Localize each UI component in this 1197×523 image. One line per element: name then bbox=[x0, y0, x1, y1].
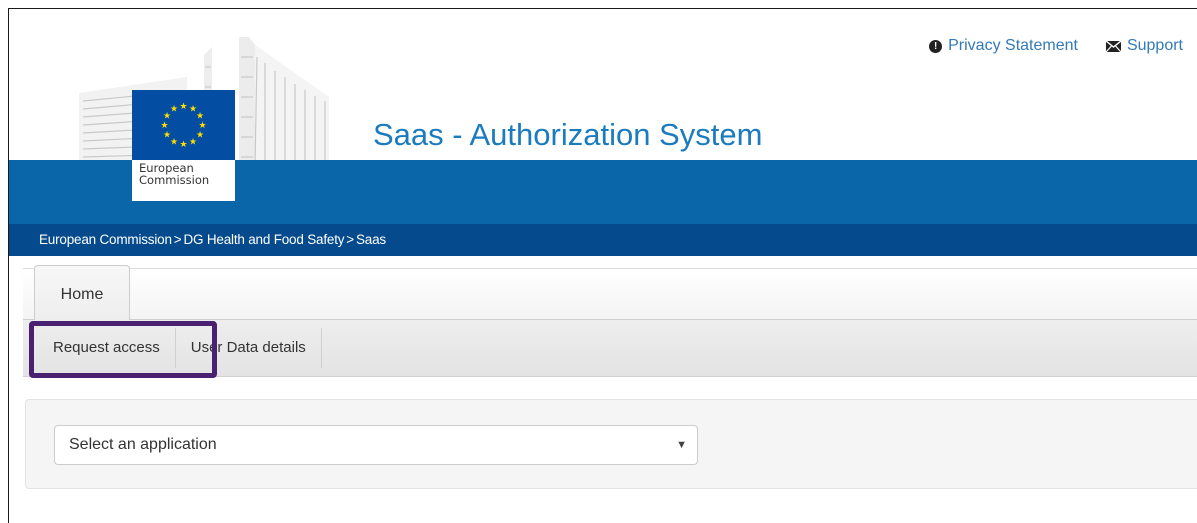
svg-text:★: ★ bbox=[196, 112, 204, 122]
svg-text:★: ★ bbox=[198, 121, 206, 131]
privacy-statement-link[interactable]: ! Privacy Statement bbox=[929, 37, 1078, 55]
application-select-value: Select an application bbox=[69, 436, 217, 453]
support-link[interactable]: Support bbox=[1105, 37, 1183, 55]
subnav-user-data-details[interactable]: User Data details bbox=[176, 328, 322, 368]
caret-down-icon: ▼ bbox=[676, 439, 687, 451]
site-title: Saas - Authorization System bbox=[373, 117, 763, 152]
eu-flag: ★ ★ ★ ★ ★ ★ ★ ★ ★ ★ ★ ★ bbox=[132, 90, 235, 160]
breadcrumb-dg-health[interactable]: DG Health and Food Safety bbox=[183, 232, 344, 247]
application-panel: Select an application ▼ bbox=[25, 399, 1197, 489]
eu-stars-icon: ★ ★ ★ ★ ★ ★ ★ ★ ★ ★ ★ ★ bbox=[160, 102, 206, 150]
svg-text:★: ★ bbox=[170, 105, 178, 115]
application-select[interactable]: Select an application ▼ bbox=[54, 425, 698, 465]
svg-text:★: ★ bbox=[163, 131, 171, 141]
svg-text:★: ★ bbox=[196, 131, 204, 141]
browser-frame: ! Privacy Statement Support ★ ★ ★ ★ ★ ★ … bbox=[8, 8, 1197, 523]
breadcrumb: European Commission > DG Health and Food S… bbox=[9, 224, 1197, 256]
logo-text: European Commission bbox=[139, 162, 209, 186]
privacy-statement-label: Privacy Statement bbox=[948, 37, 1078, 54]
logo-text-line2: Commission bbox=[139, 173, 210, 187]
main-tab-bar: Home bbox=[23, 265, 1197, 320]
svg-text:★: ★ bbox=[189, 138, 197, 148]
breadcrumb-separator: > bbox=[173, 232, 182, 247]
breadcrumb-separator: > bbox=[346, 232, 354, 247]
subnav-request-access[interactable]: Request access bbox=[38, 328, 176, 368]
top-links: ! Privacy Statement Support bbox=[929, 37, 1183, 55]
envelope-icon bbox=[1105, 40, 1121, 52]
svg-text:★: ★ bbox=[160, 121, 168, 131]
svg-text:★: ★ bbox=[170, 138, 178, 148]
svg-text:★: ★ bbox=[179, 102, 187, 112]
tab-home[interactable]: Home bbox=[34, 265, 130, 320]
sub-navigation: Request access User Data details bbox=[23, 320, 1197, 377]
exclamation-circle-icon: ! bbox=[929, 39, 943, 53]
european-commission-logo: ★ ★ ★ ★ ★ ★ ★ ★ ★ ★ ★ ★ European Commiss… bbox=[132, 90, 235, 201]
breadcrumb-european-commission[interactable]: European Commission bbox=[39, 232, 172, 247]
support-label: Support bbox=[1126, 37, 1183, 54]
breadcrumb-saas[interactable]: Saas bbox=[356, 232, 386, 247]
svg-text:★: ★ bbox=[179, 140, 187, 150]
